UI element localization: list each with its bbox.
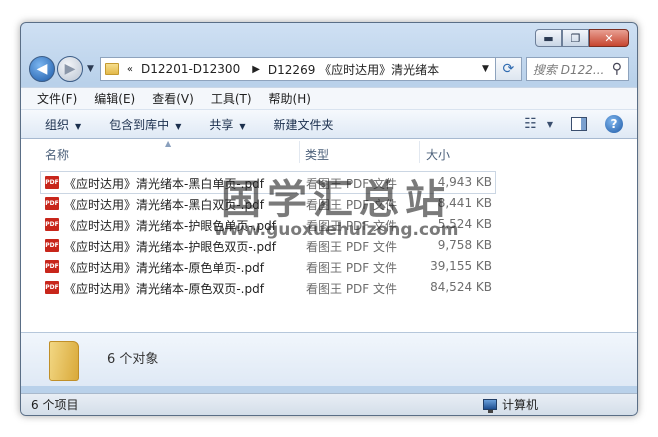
navigation-bar: ◀ ▶ ▼ « D12201-D12300 ▶ D12269 《应时达用》清光绪…: [29, 55, 629, 83]
file-size: 4,943 KB: [437, 175, 492, 189]
menu-edit[interactable]: 编辑(E): [94, 90, 135, 107]
include-library-label: 包含到库中: [109, 117, 170, 132]
include-in-library-button[interactable]: 包含到库中 ▼: [109, 116, 181, 133]
command-bar: 组织 ▼ 包含到库中 ▼ 共享 ▼ 新建文件夹 ☷ ▼ ?: [21, 109, 637, 139]
status-location: 计算机: [483, 396, 538, 413]
file-row[interactable]: PDF 《应时达用》清光绪本-原色单页-.pdf 看图王 PDF 文件 39,1…: [21, 256, 637, 277]
file-name: 《应时达用》清光绪本-原色双页-.pdf: [64, 282, 264, 296]
column-divider[interactable]: [299, 141, 300, 163]
arrow-left-icon: ◀: [36, 61, 48, 77]
search-placeholder: 搜索 D122...: [532, 62, 605, 77]
file-type: 看图王 PDF 文件: [306, 219, 398, 233]
menu-file[interactable]: 文件(F): [37, 90, 77, 107]
pdf-file-icon: PDF: [45, 260, 59, 273]
share-label: 共享: [209, 117, 234, 132]
search-input[interactable]: 搜索 D122... ⚲: [525, 57, 629, 81]
file-size: 5,524 KB: [437, 217, 492, 231]
share-button[interactable]: 共享 ▼: [209, 116, 245, 133]
folder-icon: [104, 63, 119, 75]
menu-help[interactable]: 帮助(H): [269, 90, 311, 107]
chevron-down-icon: ▼: [546, 119, 553, 129]
minimize-button[interactable]: ▬: [535, 29, 562, 47]
chevron-down-icon: ▼: [75, 121, 82, 131]
address-bar[interactable]: « D12201-D12300 ▶ D12269 《应时达用》清光绪本 ▼: [99, 57, 496, 81]
organize-button[interactable]: 组织 ▼: [45, 116, 81, 133]
sort-ascending-icon: ▲: [165, 139, 172, 148]
file-size: 9,758 KB: [437, 238, 492, 252]
back-button[interactable]: ◀: [29, 56, 55, 82]
address-overflow[interactable]: «: [127, 64, 133, 75]
file-size: 8,441 KB: [437, 196, 492, 210]
column-header-size[interactable]: 大小: [426, 146, 450, 163]
folder-icon: [49, 341, 79, 381]
forward-button[interactable]: ▶: [57, 56, 83, 82]
organize-label: 组织: [45, 117, 70, 132]
file-row[interactable]: PDF 《应时达用》清光绪本-护眼色单页-.pdf 看图王 PDF 文件 5,5…: [21, 214, 637, 235]
chevron-down-icon: ▼: [175, 121, 182, 131]
column-headers: ▲ 名称 类型 大小: [21, 139, 637, 165]
explorer-window: ▬ ❐ ✕ ◀ ▶ ▼ « D12201-D12300 ▶ D12269 《应时…: [20, 22, 638, 416]
pdf-file-icon: PDF: [45, 197, 59, 210]
menu-bar: 文件(F) 编辑(E) 查看(V) 工具(T) 帮助(H): [21, 87, 637, 109]
file-size: 39,155 KB: [430, 259, 492, 273]
help-icon[interactable]: ?: [605, 115, 623, 133]
breadcrumb-segment[interactable]: D12269 《应时达用》清光绪本: [268, 61, 439, 78]
breadcrumb-separator-icon[interactable]: ▶: [252, 64, 260, 75]
file-row[interactable]: PDF 《应时达用》清光绪本-护眼色双页-.pdf 看图王 PDF 文件 9,7…: [21, 235, 637, 256]
column-header-type[interactable]: 类型: [305, 146, 329, 163]
change-view-button[interactable]: ☷ ▼: [524, 116, 553, 132]
chevron-down-icon: ▼: [239, 121, 246, 131]
pdf-file-icon: PDF: [45, 239, 59, 252]
view-list-icon: ☷: [524, 116, 537, 132]
column-divider[interactable]: [419, 141, 420, 163]
arrow-right-icon: ▶: [64, 61, 76, 77]
search-icon[interactable]: ⚲: [612, 61, 622, 77]
pdf-file-icon: PDF: [45, 281, 59, 294]
file-type: 看图王 PDF 文件: [306, 177, 398, 191]
file-name: 《应时达用》清光绪本-黑白单页-.pdf: [64, 177, 264, 191]
computer-icon: [483, 399, 497, 413]
recent-pages-dropdown[interactable]: ▼: [87, 64, 94, 74]
address-dropdown-icon[interactable]: ▼: [482, 64, 489, 74]
file-name: 《应时达用》清光绪本-黑白双页-.pdf: [64, 198, 264, 212]
file-rows: PDF 《应时达用》清光绪本-黑白单页-.pdf 看图王 PDF 文件 4,94…: [21, 171, 637, 298]
file-type: 看图王 PDF 文件: [306, 282, 398, 296]
toolbar-right: ☷ ▼ ?: [506, 115, 623, 133]
details-pane: 6 个对象: [21, 332, 637, 386]
maximize-button[interactable]: ❐: [562, 29, 589, 47]
pdf-file-icon: PDF: [45, 218, 59, 231]
menu-view[interactable]: 查看(V): [152, 90, 194, 107]
new-folder-button[interactable]: 新建文件夹: [274, 116, 334, 133]
status-bar: 6 个项目 计算机: [21, 393, 637, 415]
file-size: 84,524 KB: [430, 280, 492, 294]
file-row[interactable]: PDF 《应时达用》清光绪本-原色双页-.pdf 看图王 PDF 文件 84,5…: [21, 277, 637, 298]
file-name: 《应时达用》清光绪本-原色单页-.pdf: [64, 261, 264, 275]
close-button[interactable]: ✕: [589, 29, 629, 47]
pdf-file-icon: PDF: [45, 176, 59, 189]
file-type: 看图王 PDF 文件: [306, 198, 398, 212]
file-name: 《应时达用》清光绪本-护眼色单页-.pdf: [64, 219, 276, 233]
breadcrumb-segment[interactable]: D12201-D12300: [141, 62, 240, 76]
preview-pane-icon[interactable]: [571, 117, 587, 131]
refresh-icon: ⟳: [502, 61, 515, 77]
file-row[interactable]: PDF 《应时达用》清光绪本-黑白单页-.pdf 看图王 PDF 文件 4,94…: [40, 171, 496, 194]
location-label: 计算机: [502, 398, 539, 412]
item-count: 6 个项目: [31, 398, 79, 412]
details-summary: 6 个对象: [107, 352, 159, 367]
file-type: 看图王 PDF 文件: [306, 261, 398, 275]
file-name: 《应时达用》清光绪本-护眼色双页-.pdf: [64, 240, 276, 254]
file-list-view: ▲ 名称 类型 大小 PDF 《应时达用》清光绪本-黑白单页-.pdf 看图王 …: [21, 139, 637, 332]
caption-buttons: ▬ ❐ ✕: [535, 29, 629, 47]
file-type: 看图王 PDF 文件: [306, 240, 398, 254]
file-row[interactable]: PDF 《应时达用》清光绪本-黑白双页-.pdf 看图王 PDF 文件 8,44…: [21, 193, 637, 214]
refresh-button[interactable]: ⟳: [495, 57, 522, 81]
column-header-name[interactable]: 名称: [45, 146, 69, 163]
menu-tools[interactable]: 工具(T): [211, 90, 252, 107]
